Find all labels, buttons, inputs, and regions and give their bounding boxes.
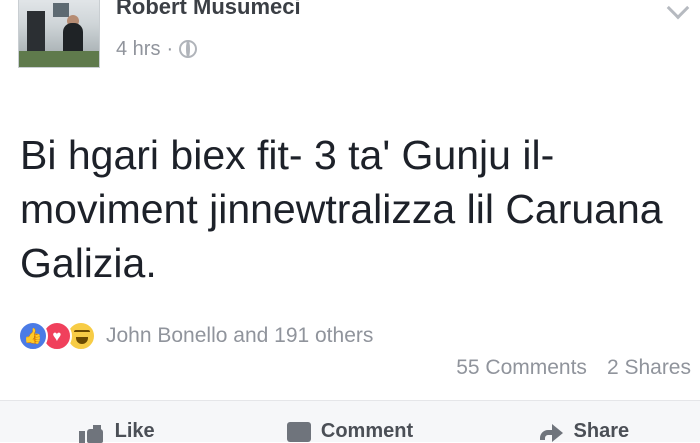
post-meta: 4 hrs · — [116, 36, 198, 62]
globe-icon — [179, 40, 198, 58]
post-timestamp[interactable]: 4 hrs — [116, 38, 160, 61]
author-name[interactable]: Robert Musumeci — [116, 0, 301, 20]
reactions-summary[interactable]: 👍 ♥ John Bonello and 191 others — [18, 320, 373, 352]
share-label: Share — [573, 420, 630, 442]
avatar-door — [27, 11, 45, 51]
avatar[interactable] — [18, 0, 100, 68]
like-label: Like — [114, 420, 155, 442]
like-reaction-icon: 👍 — [18, 321, 48, 351]
like-button[interactable]: Like — [0, 401, 233, 443]
thumbs-up-icon — [78, 421, 105, 443]
comments-count[interactable]: 55 Comments — [456, 356, 587, 380]
post-card: Robert Musumeci 4 hrs · Bi hgari biex fi… — [0, 0, 700, 443]
share-button[interactable]: Share — [467, 401, 700, 442]
avatar-window — [53, 3, 69, 17]
post-text: Bi hgari biex fit- 3 ta' Gunju il-movime… — [20, 132, 663, 286]
avatar-bush — [19, 51, 99, 67]
engagement-counts: 55 Comments 2 Shares — [456, 356, 691, 380]
comment-button[interactable]: Comment — [233, 401, 466, 442]
action-bar: Like Comment Share — [0, 400, 700, 443]
chevron-down-icon[interactable] — [666, 0, 690, 20]
share-icon — [538, 422, 564, 442]
meta-separator: · — [166, 37, 174, 60]
reaction-names[interactable]: John Bonello and 191 others — [106, 324, 373, 348]
comment-label: Comment — [320, 420, 414, 442]
shares-count[interactable]: 2 Shares — [607, 356, 691, 380]
comment-icon — [286, 421, 311, 442]
